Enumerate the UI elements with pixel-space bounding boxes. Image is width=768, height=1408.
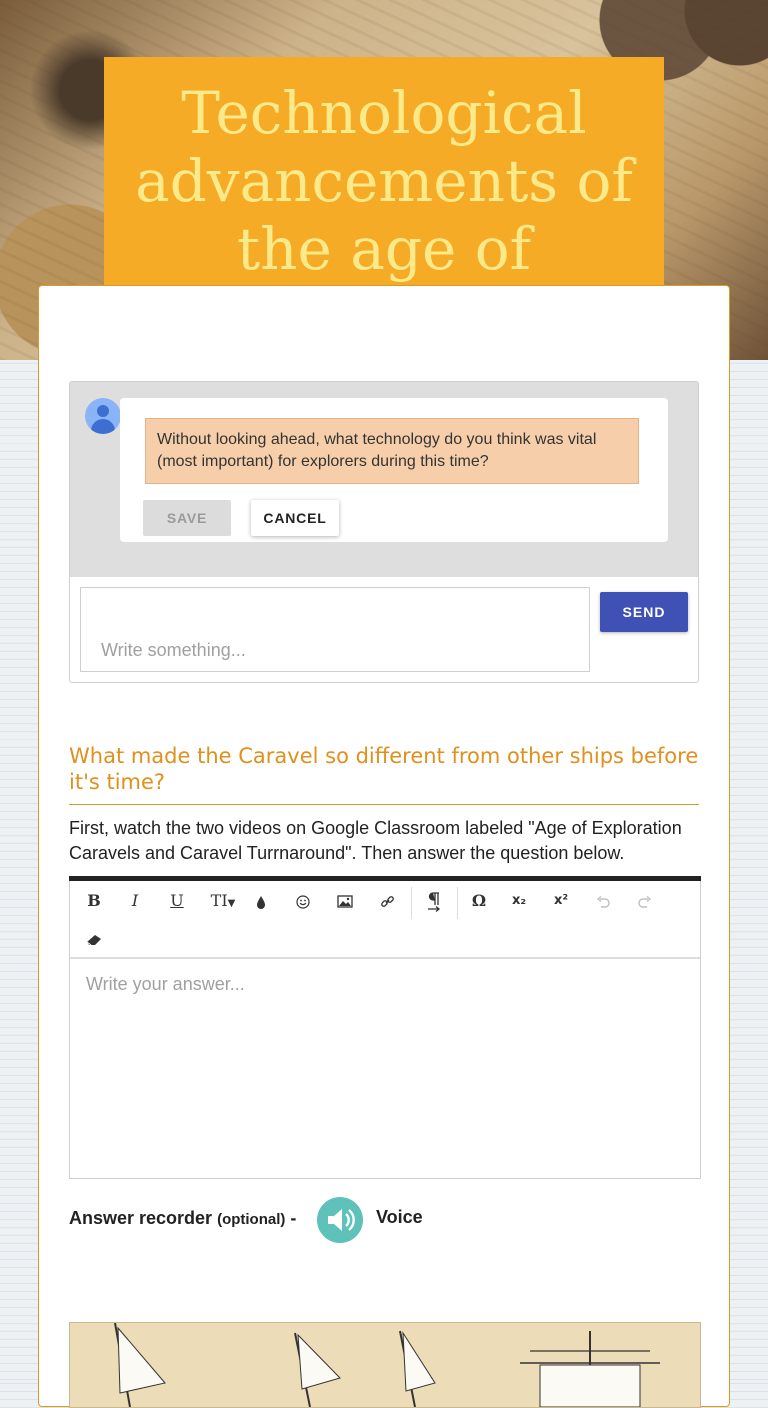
- emoji-icon[interactable]: [286, 885, 320, 917]
- comment-prompt[interactable]: Without looking ahead, what technology d…: [145, 418, 639, 484]
- text-color-icon[interactable]: [244, 885, 278, 917]
- recorder-dash: -: [290, 1208, 297, 1228]
- answer-placeholder: Write your answer...: [86, 974, 245, 994]
- font-size-dropdown[interactable]: TI▼: [202, 885, 244, 917]
- underline-button[interactable]: U: [160, 885, 194, 917]
- answer-recorder-label: Answer recorder (optional) -: [69, 1208, 296, 1229]
- toolbar-separator: [457, 887, 458, 919]
- comment-header: Without looking ahead, what technology d…: [70, 382, 698, 577]
- recorder-title: Answer recorder: [69, 1208, 213, 1228]
- voice-label: Voice: [376, 1207, 423, 1227]
- voice-record-button[interactable]: [317, 1197, 363, 1243]
- superscript-button[interactable]: x²: [544, 885, 578, 917]
- chevron-down-icon: ▼: [227, 898, 236, 909]
- caravel-ships-image: [69, 1322, 701, 1408]
- italic-button[interactable]: I: [118, 885, 152, 917]
- comment-editor-card: Without looking ahead, what technology d…: [120, 398, 668, 542]
- editor-toolbar: B I U TI▼ Ω x₂ x²: [70, 881, 700, 957]
- answer-input[interactable]: Write your answer...: [70, 959, 700, 1178]
- subscript-button[interactable]: x₂: [502, 885, 536, 917]
- reply-placeholder: Write something...: [101, 640, 246, 660]
- special-character-button[interactable]: Ω: [462, 885, 496, 917]
- font-size-label: TI: [210, 891, 228, 910]
- link-icon[interactable]: [370, 885, 404, 917]
- comment-widget: Without looking ahead, what technology d…: [69, 381, 699, 683]
- answer-editor: B I U TI▼ Ω x₂ x² Write your answer...: [69, 876, 701, 1179]
- recorder-optional: (optional): [217, 1211, 286, 1228]
- cancel-button[interactable]: CANCEL: [251, 500, 339, 536]
- reply-input[interactable]: Write something...: [80, 587, 590, 672]
- clear-formatting-icon[interactable]: [77, 923, 111, 955]
- undo-icon[interactable]: [586, 885, 620, 917]
- toolbar-separator: [411, 887, 412, 919]
- paragraph-direction-icon[interactable]: [417, 885, 451, 917]
- worksheet-card: Without looking ahead, what technology d…: [38, 285, 730, 1408]
- title-banner: Technological advancements of the age of…: [104, 57, 664, 351]
- question-description: First, watch the two videos on Google Cl…: [69, 818, 682, 863]
- send-button[interactable]: SEND: [600, 592, 688, 632]
- question-title: What made the Caravel so different from …: [69, 744, 699, 794]
- avatar: [85, 398, 121, 434]
- image-icon[interactable]: [328, 885, 362, 917]
- save-button[interactable]: SAVE: [143, 500, 231, 536]
- redo-icon[interactable]: [628, 885, 662, 917]
- bold-button[interactable]: B: [77, 885, 111, 917]
- speaker-icon: [328, 1209, 355, 1231]
- question-divider: [69, 804, 699, 805]
